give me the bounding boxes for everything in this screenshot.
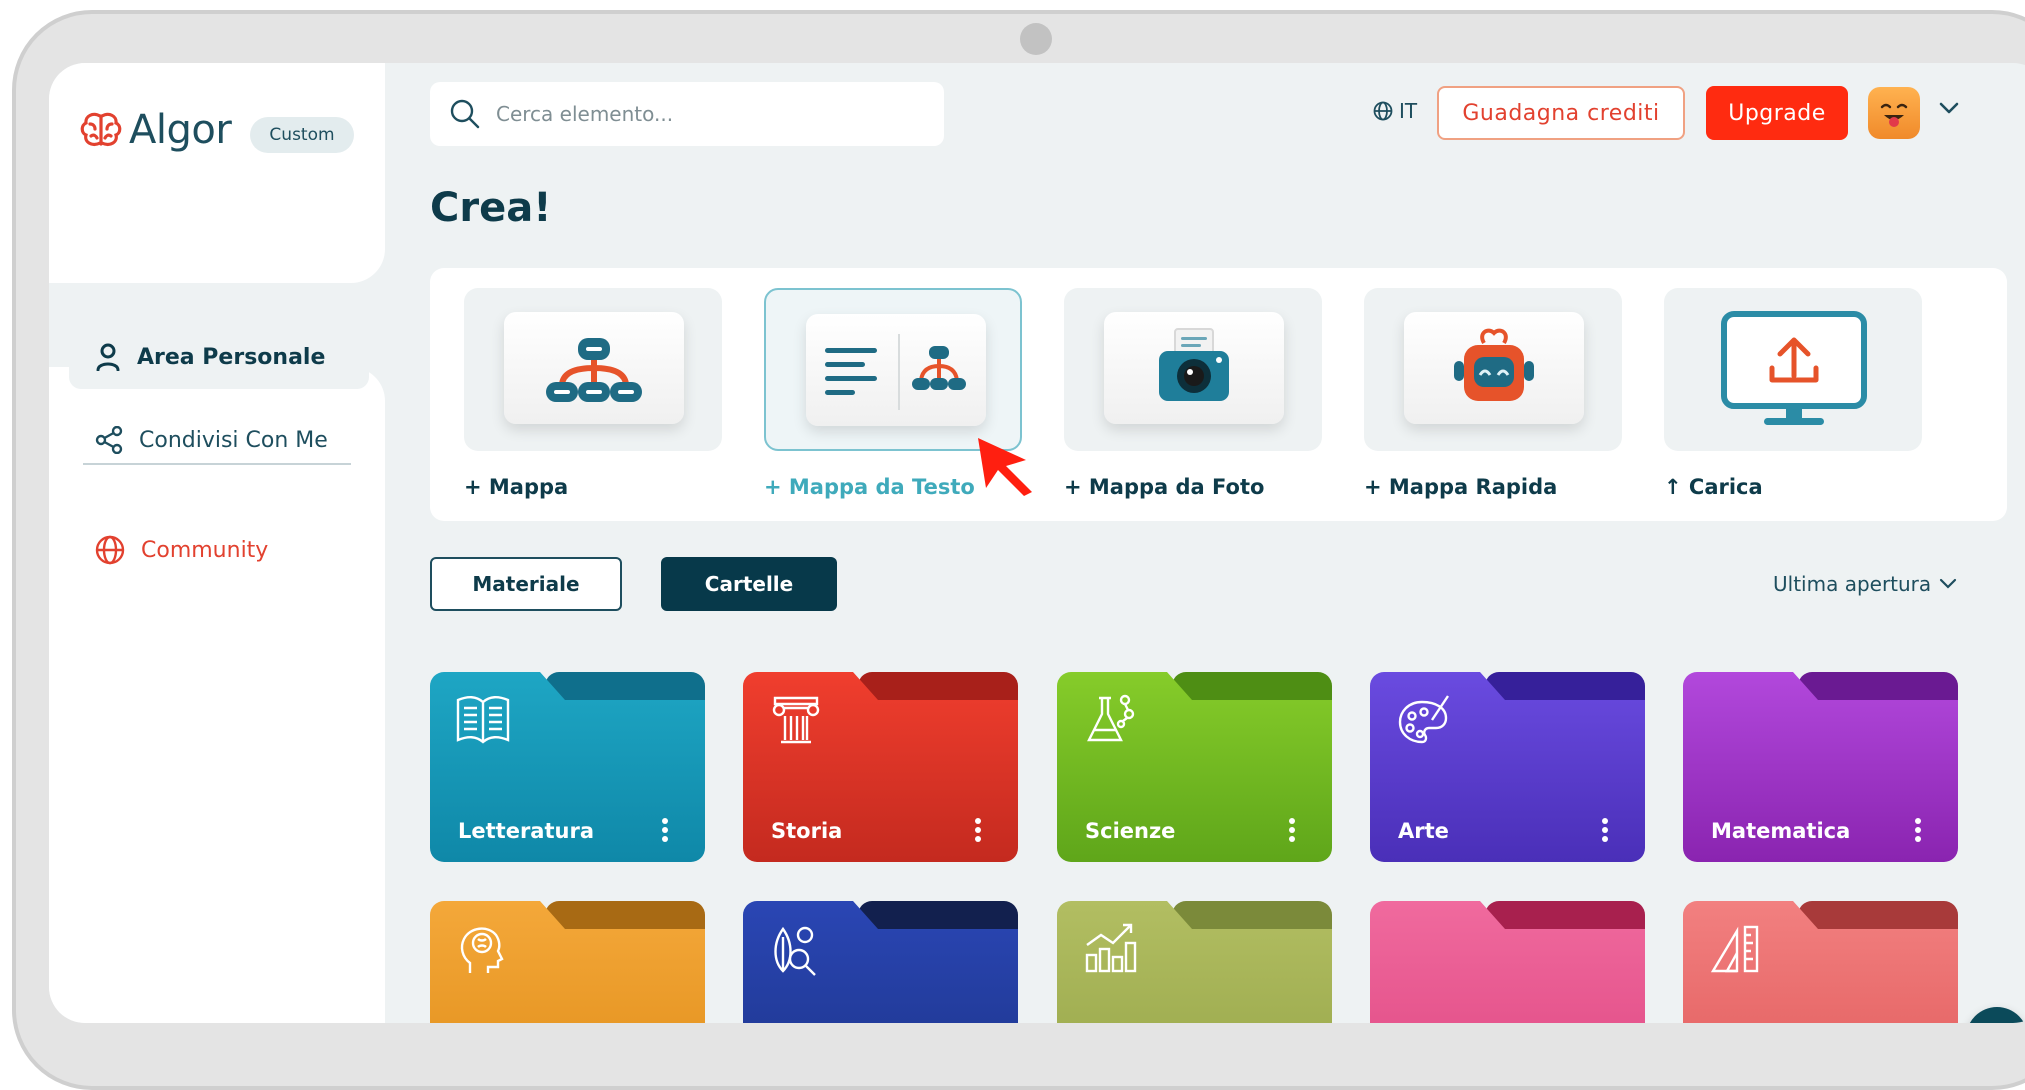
folder-economia[interactable] [1057, 901, 1332, 1023]
folder-storia[interactable]: Storia [743, 672, 1018, 862]
chat-support-button[interactable] [1966, 1007, 2025, 1023]
emoji-face-icon [1880, 103, 1908, 127]
sidebar-divider [83, 463, 351, 465]
create-quick-map-card[interactable] [1364, 288, 1622, 451]
card-thumbnail [504, 312, 684, 424]
chart-growth-icon [1085, 923, 1137, 973]
folder-name: Matematica [1711, 819, 1851, 843]
create-panel: + Mappa + Mappa da Testo + Mappa da Foto… [430, 268, 2007, 521]
card-thumbnail [1104, 312, 1284, 424]
globe-icon [95, 535, 125, 565]
logo[interactable]: Algor [79, 107, 232, 153]
sidebar-item-label: Area Personale [137, 344, 326, 370]
page-title: Crea! [430, 185, 552, 231]
folder-menu-icon[interactable] [974, 818, 982, 842]
brain-logo-icon [80, 112, 122, 147]
camera-dot [1020, 23, 1052, 55]
chevron-down-icon [1940, 578, 1957, 589]
mind-map-icon [546, 338, 642, 402]
create-map-from-photo-label[interactable]: + Mappa da Foto [1064, 475, 1264, 499]
folder-name: Scienze [1085, 819, 1176, 843]
earn-credits-button[interactable]: Guadagna crediti [1437, 86, 1685, 140]
sidebar-item-area-personale[interactable]: Area Personale [69, 325, 369, 389]
share-icon [95, 426, 123, 454]
camera-icon [1159, 328, 1229, 401]
folder-letteratura[interactable]: Letteratura [430, 672, 705, 862]
language-selector[interactable]: IT [1373, 99, 1417, 123]
book-icon [456, 696, 510, 744]
card-thumbnail [1404, 312, 1584, 424]
sidebar-item-community[interactable]: Community [69, 518, 369, 582]
folder-menu-icon[interactable] [661, 818, 669, 842]
globe-icon [1373, 101, 1393, 121]
language-code: IT [1399, 99, 1418, 123]
search-placeholder: Cerca elemento... [496, 102, 674, 126]
folder-scienze[interactable]: Scienze [1057, 672, 1332, 862]
sidebar-item-label: Condivisi Con Me [139, 427, 328, 453]
card-thumbnail [806, 314, 986, 426]
create-map-from-text-card[interactable] [764, 288, 1022, 451]
upload-card[interactable] [1664, 288, 1922, 451]
flask-icon [1087, 694, 1135, 742]
folder-name: Letteratura [458, 819, 594, 843]
user-icon [96, 343, 120, 371]
folder-name: Storia [771, 819, 843, 843]
folder-matematica[interactable]: Matematica [1683, 672, 1958, 862]
folder-pink[interactable] [1370, 901, 1645, 1023]
tab-cartelle[interactable]: Cartelle [661, 557, 837, 611]
sort-label: Ultima apertura [1773, 572, 1932, 596]
plan-badge: Custom [250, 117, 354, 153]
create-map-label[interactable]: + Mappa [464, 475, 568, 499]
folder-ricerca[interactable] [743, 901, 1018, 1023]
folder-menu-icon[interactable] [1288, 818, 1296, 842]
folder-psicologia[interactable] [430, 901, 705, 1023]
upgrade-button[interactable]: Upgrade [1706, 86, 1848, 140]
folder-menu-icon[interactable] [1914, 818, 1922, 842]
folder-menu-icon[interactable] [1601, 818, 1609, 842]
sort-dropdown[interactable]: Ultima apertura [1773, 572, 1957, 596]
search-icon [450, 99, 480, 129]
brand-name: Algor [129, 107, 232, 153]
head-brain-icon [460, 927, 504, 973]
folder-arte[interactable]: Arte [1370, 672, 1645, 862]
mouse-cursor-icon [978, 438, 1032, 496]
upload-label[interactable]: ↑ Carica [1664, 475, 1763, 499]
create-map-from-photo-card[interactable] [1064, 288, 1322, 451]
app-screen: Algor Custom Area Personale Condivisi Co… [49, 63, 2025, 1023]
sidebar: Algor Custom Area Personale Condivisi Co… [49, 63, 385, 1023]
sidebar-header [49, 63, 385, 283]
create-map-from-text-label[interactable]: + Mappa da Testo [764, 475, 975, 499]
search-input[interactable]: Cerca elemento... [430, 82, 944, 146]
create-quick-map-label[interactable]: + Mappa Rapida [1364, 475, 1557, 499]
chevron-down-icon[interactable] [1938, 101, 1960, 115]
column-icon [772, 696, 820, 744]
folder-name: Arte [1398, 819, 1449, 843]
robot-icon [1454, 328, 1534, 401]
palette-icon [1398, 695, 1449, 744]
leaf-search-icon [774, 926, 816, 976]
ruler-triangle-icon [1710, 925, 1759, 973]
create-map-card[interactable] [464, 288, 722, 451]
avatar[interactable] [1868, 87, 1920, 139]
text-to-map-icon [825, 334, 966, 410]
upload-monitor-icon [1721, 311, 1867, 425]
folder-geometria[interactable] [1683, 901, 1958, 1023]
tab-materiale[interactable]: Materiale [430, 557, 622, 611]
sidebar-item-label: Community [141, 537, 269, 563]
